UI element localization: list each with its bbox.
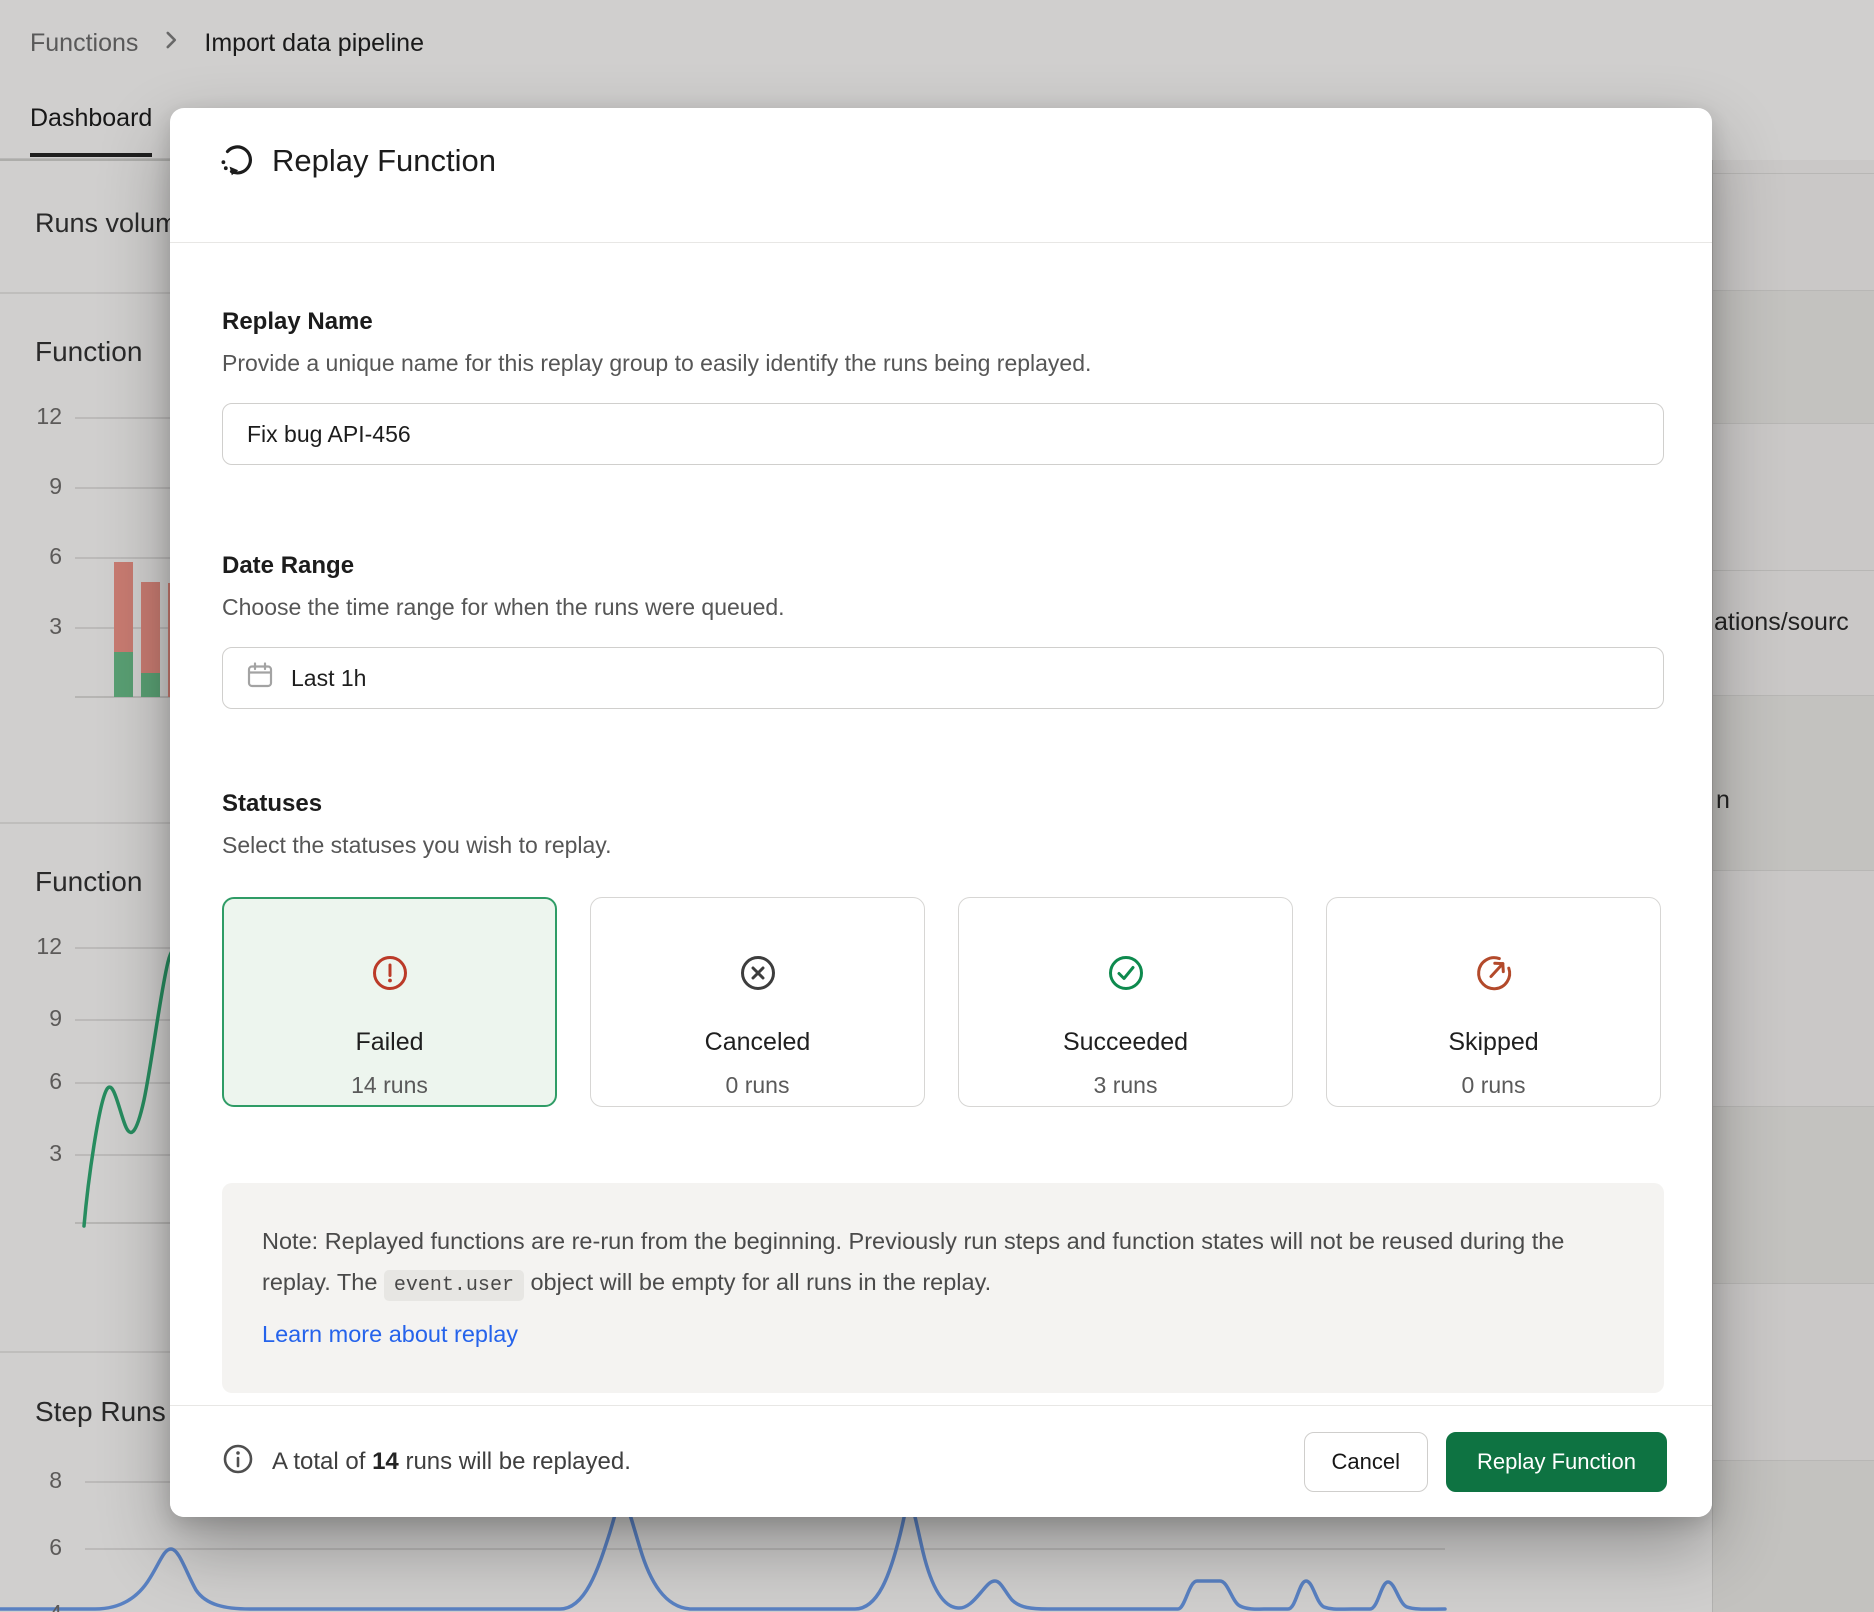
status-card-succeeded[interactable]: Succeeded 3 runs [958,897,1293,1107]
replay-icon [218,140,256,183]
status-card-runs: 0 runs [726,1071,790,1099]
replay-name-group: Replay Name Provide a unique name for th… [222,307,1664,465]
info-icon [222,1443,254,1480]
date-range-group: Date Range Choose the time range for whe… [222,551,1664,709]
statuses-description: Select the statuses you wish to replay. [222,829,1664,861]
dialog-footer: A total of 14 runs will be replayed. Can… [170,1405,1712,1517]
date-range-picker[interactable]: Last 1h [222,647,1664,709]
replay-count: 14 [372,1448,399,1475]
note-text-after: object will be empty for all runs in the… [524,1269,991,1295]
learn-more-link[interactable]: Learn more about replay [262,1314,518,1355]
date-range-label: Date Range [222,551,1664,581]
date-range-value: Last 1h [291,665,366,692]
status-card-label: Failed [355,1027,423,1057]
replay-name-label: Replay Name [222,307,1664,337]
status-card-skipped[interactable]: Skipped 0 runs [1326,897,1661,1107]
replay-name-input[interactable] [222,403,1664,465]
cancel-button[interactable]: Cancel [1304,1432,1428,1492]
statuses-group: Statuses Select the statuses you wish to… [222,789,1664,1107]
dialog-title: Replay Function [272,138,496,184]
app-screen: Functions Import data pipeline Dashboard… [0,0,1874,1612]
alert-circle-icon [367,950,413,1001]
status-card-runs: 3 runs [1094,1071,1158,1099]
replay-name-description: Provide a unique name for this replay gr… [222,347,1664,379]
replay-function-dialog: Replay Function Replay Name Provide a un… [170,108,1712,1517]
status-card-label: Skipped [1448,1027,1538,1057]
dialog-body: Replay Name Provide a unique name for th… [170,243,1712,1393]
date-range-description: Choose the time range for when the runs … [222,591,1664,623]
status-card-label: Succeeded [1063,1027,1188,1057]
skip-arrow-icon [1471,950,1517,1001]
status-card-runs: 0 runs [1462,1071,1526,1099]
statuses-label: Statuses [222,789,1664,819]
status-card-canceled[interactable]: Canceled 0 runs [590,897,925,1107]
x-circle-icon [735,950,781,1001]
replay-note-box: Note: Replayed functions are re-run from… [222,1183,1664,1393]
status-card-label: Canceled [705,1027,811,1057]
calendar-icon [245,660,275,696]
replay-function-button[interactable]: Replay Function [1446,1432,1667,1492]
status-card-failed[interactable]: Failed 14 runs [222,897,557,1107]
status-cards: Failed 14 runs Canceled 0 runs [222,897,1664,1107]
note-inline-code: event.user [384,1270,524,1301]
status-card-runs: 14 runs [351,1071,428,1099]
check-circle-icon [1103,950,1149,1001]
dialog-header: Replay Function [170,108,1712,243]
replay-total-summary: A total of 14 runs will be replayed. [272,1448,631,1476]
